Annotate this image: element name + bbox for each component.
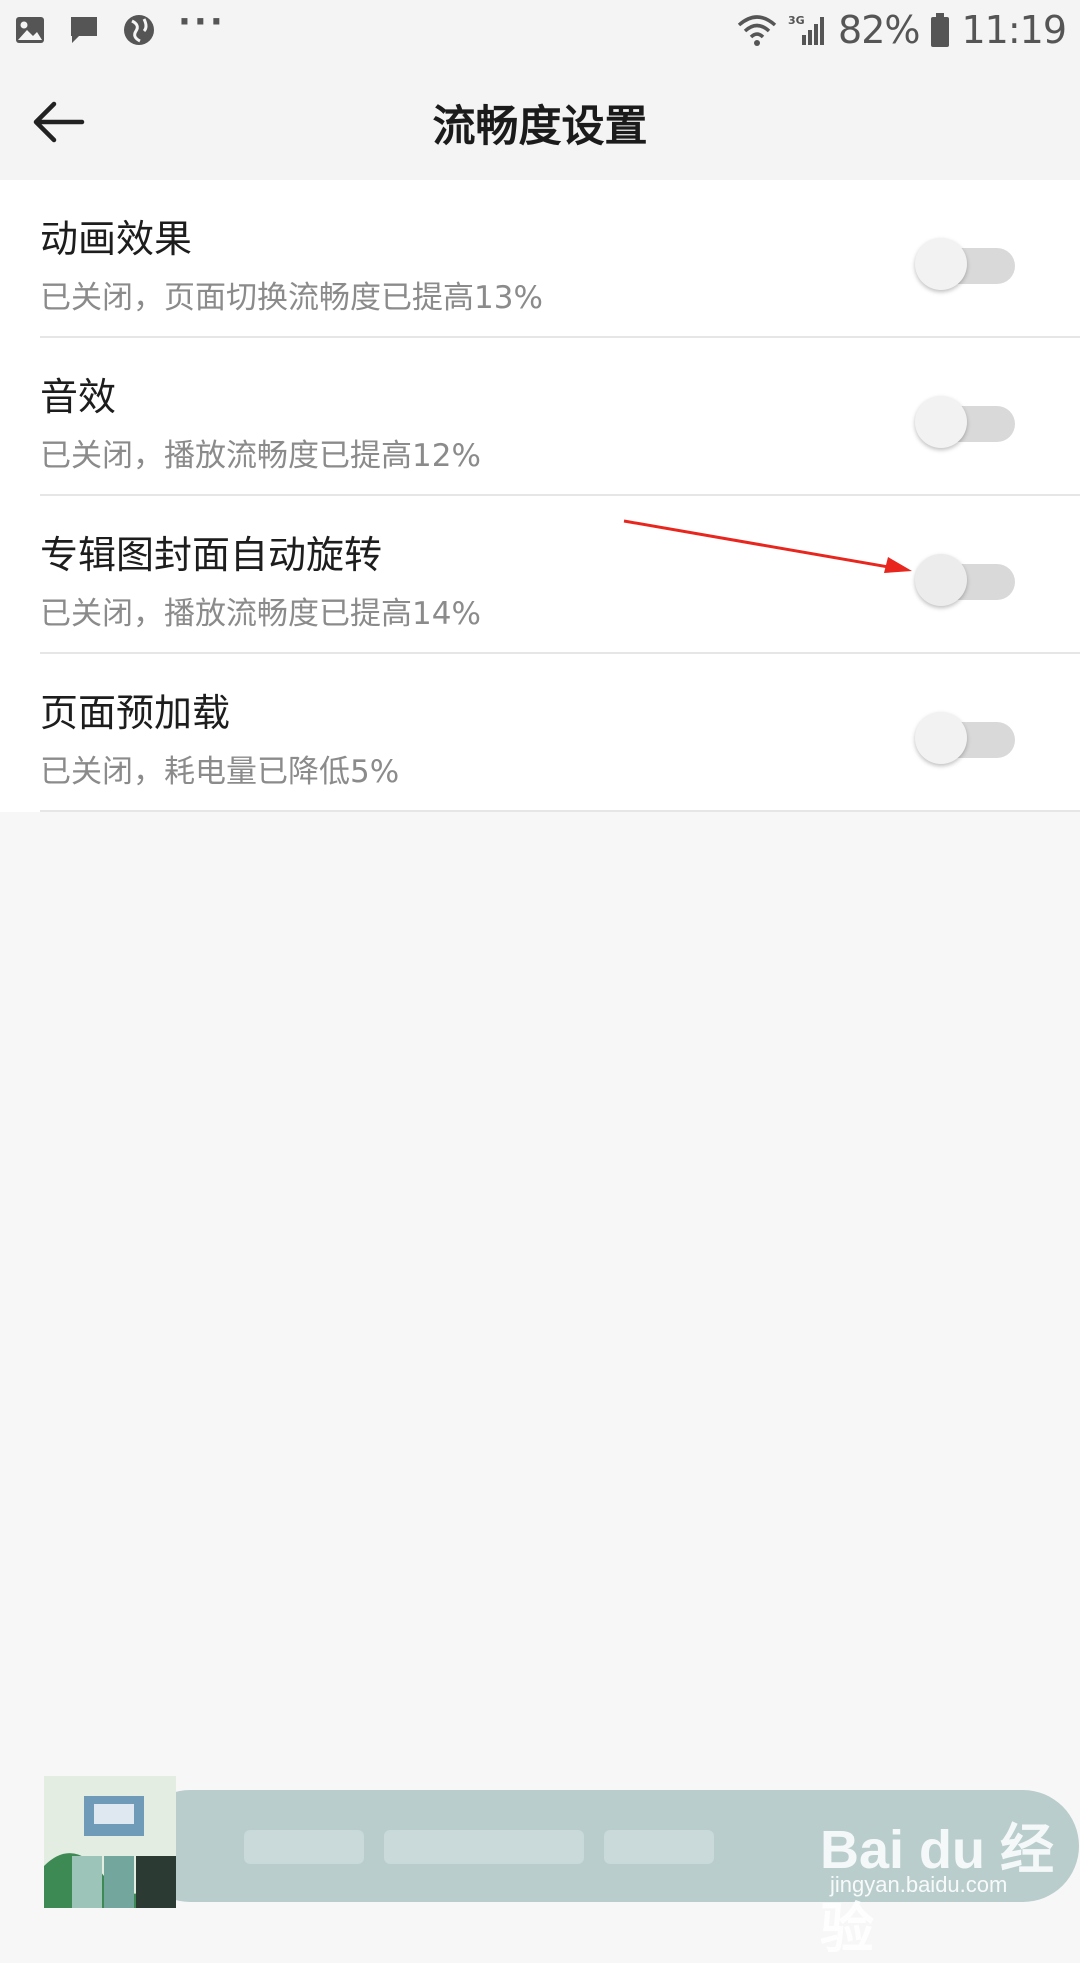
toggle-knob [915, 396, 967, 448]
gallery-icon [16, 17, 44, 43]
setting-row-sound: 音效 已关闭，播放流畅度已提高12% [0, 338, 1080, 496]
message-icon [71, 17, 97, 43]
setting-title: 音效 [40, 375, 117, 419]
baidu-watermark: Bai du 经验 jingyan.baidu.com [820, 1800, 1060, 1959]
sound-toggle[interactable] [915, 394, 1015, 448]
battery-icon [931, 13, 950, 47]
setting-subtitle: 已关闭，播放流畅度已提高14% [40, 596, 481, 632]
animation-toggle[interactable] [915, 236, 1015, 290]
album-cover[interactable] [44, 1776, 176, 1908]
blurred-text [244, 1830, 364, 1864]
album-rotate-toggle[interactable] [915, 552, 1015, 606]
settings-list: 动画效果 已关闭，页面切换流畅度已提高13% 音效 已关闭，播放流畅度已提高12… [0, 180, 1080, 812]
album-art-icon [44, 1776, 176, 1908]
setting-title: 页面预加载 [40, 691, 231, 735]
setting-subtitle: 已关闭，耗电量已降低5% [40, 754, 400, 790]
blurred-text [384, 1830, 584, 1864]
battery-percent: 82% [838, 8, 920, 52]
page-title: 流畅度设置 [432, 102, 648, 152]
network-type-label: 3G [788, 14, 805, 27]
status-bar-right: 3G 82% 11:19 [736, 8, 1067, 52]
status-bar: ··· 3G 82% 11:19 [0, 0, 1080, 62]
setting-row-album-rotate: 专辑图封面自动旋转 已关闭，播放流畅度已提高14% [0, 496, 1080, 654]
divider [40, 810, 1080, 812]
setting-title: 动画效果 [40, 217, 193, 261]
setting-subtitle: 已关闭，播放流畅度已提高12% [40, 438, 481, 474]
setting-row-animation: 动画效果 已关闭，页面切换流畅度已提高13% [0, 180, 1080, 338]
signal-icon: 3G [788, 14, 825, 45]
status-bar-left: ··· [14, 2, 226, 48]
preload-toggle[interactable] [915, 710, 1015, 764]
globe-icon [124, 15, 154, 45]
toggle-knob [915, 238, 967, 290]
toggle-knob [915, 712, 967, 764]
app-header: 流畅度设置 [0, 62, 1080, 180]
setting-title: 专辑图封面自动旋转 [40, 533, 383, 577]
blurred-text [604, 1830, 714, 1864]
watermark-url: jingyan.baidu.com [830, 1872, 1008, 1897]
setting-row-preload: 页面预加载 已关闭，耗电量已降低5% [0, 654, 1080, 812]
wifi-icon [737, 15, 777, 46]
clock-time: 11:19 [961, 8, 1067, 52]
more-dots-icon: ··· [178, 2, 226, 42]
toggle-knob [915, 554, 967, 606]
setting-subtitle: 已关闭，页面切换流畅度已提高13% [40, 280, 543, 316]
